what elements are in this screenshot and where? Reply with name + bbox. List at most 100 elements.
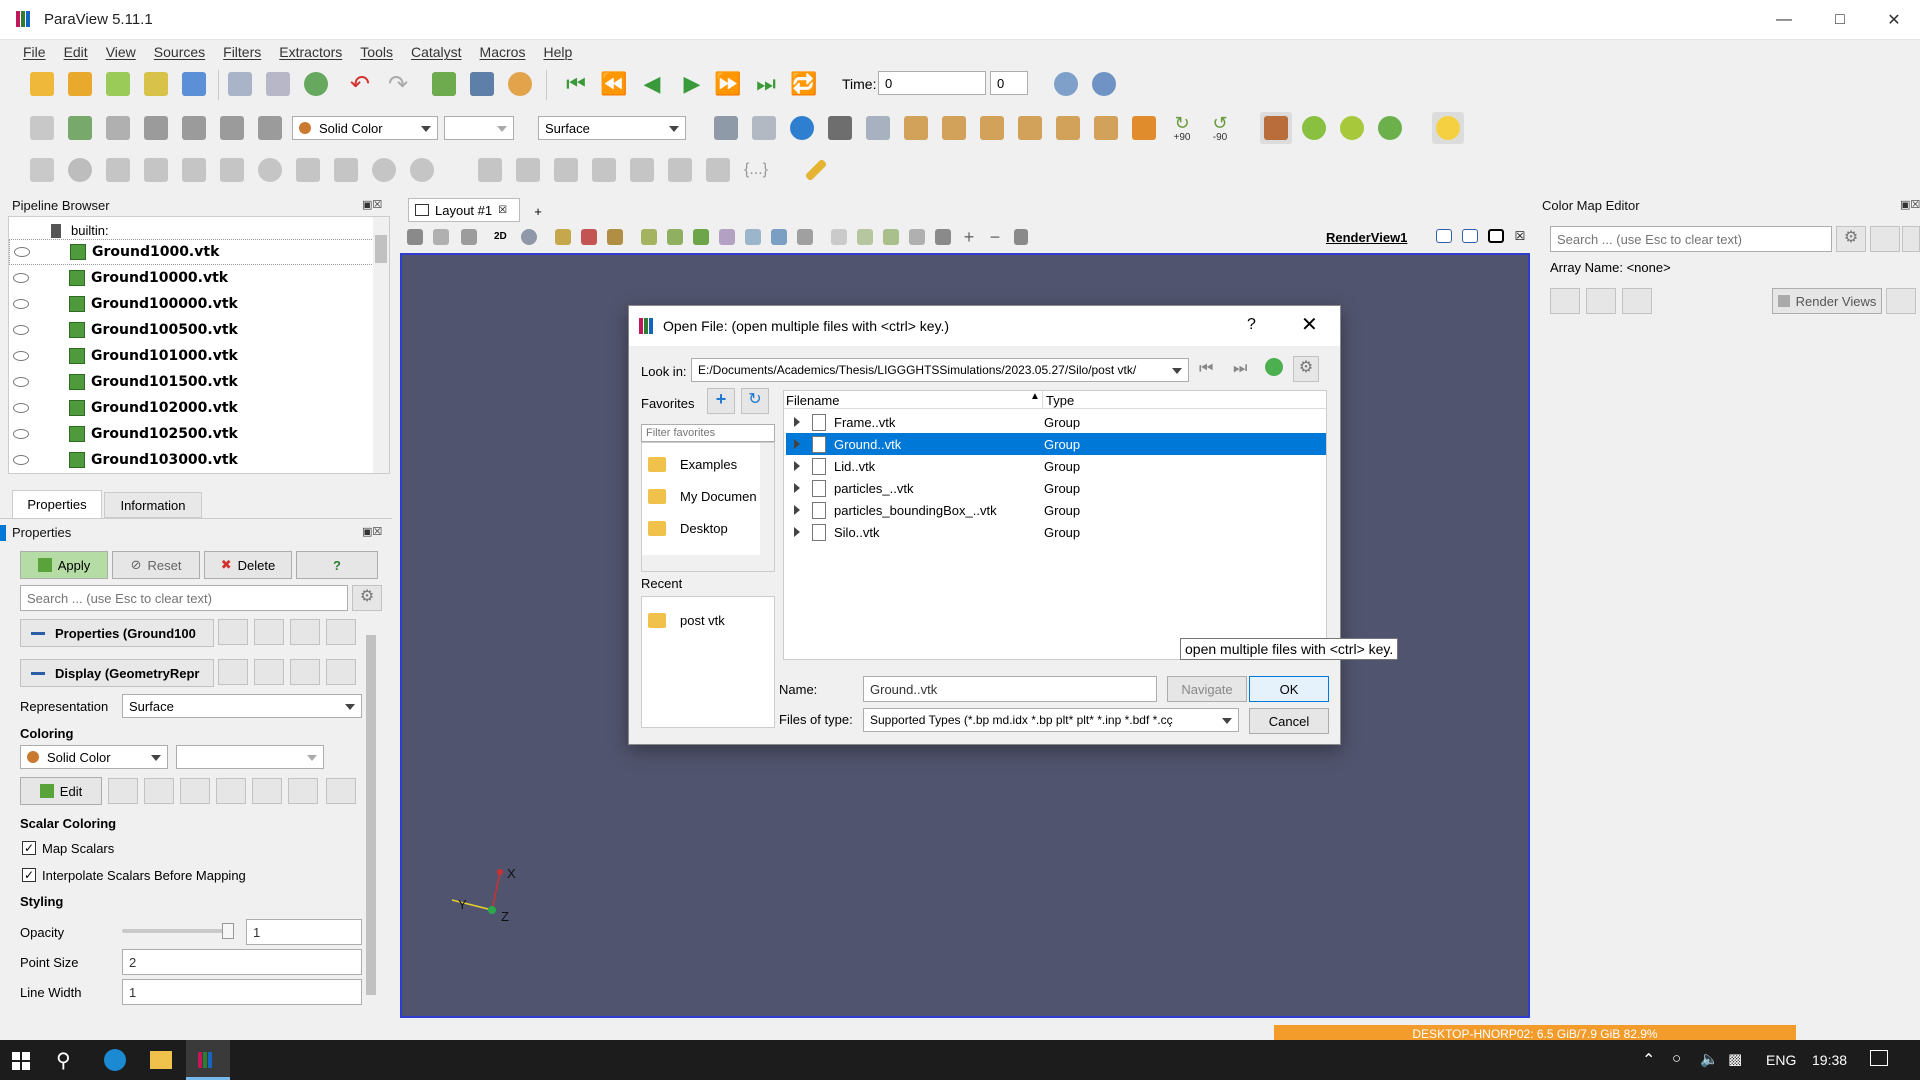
notifications-icon[interactable] (1870, 1050, 1888, 1066)
edit-selection-button[interactable] (826, 224, 852, 250)
visibility-eye-icon[interactable] (13, 403, 29, 413)
reset-camera-closest-button[interactable] (748, 112, 780, 144)
properties-dock-buttons[interactable]: ▣☒ (362, 525, 382, 538)
save-defaults-button[interactable] (326, 619, 356, 645)
layout-tab[interactable]: Layout #1 ☒ (408, 198, 520, 222)
rescale-data-range-button[interactable] (144, 778, 174, 804)
file-row[interactable]: Frame..vtk Group (786, 411, 1326, 433)
wifi-icon[interactable]: ○ (1672, 1050, 1681, 1067)
restore-display-button[interactable] (290, 659, 320, 685)
grow-selection-button[interactable] (766, 224, 792, 250)
connect-button[interactable] (140, 68, 172, 100)
add-selection-button[interactable]: + (956, 224, 982, 250)
properties-search-input[interactable] (20, 585, 348, 611)
copy-display-button[interactable] (218, 659, 248, 685)
camera-button[interactable] (466, 68, 498, 100)
reset-camera-button[interactable] (710, 112, 742, 144)
section-display-header[interactable]: Display (GeometryRepr (20, 659, 214, 687)
time-index-spinbox[interactable]: 0 (990, 71, 1028, 95)
interpolate-scalars-checkbox[interactable]: ✓ (22, 868, 36, 882)
favorite-item[interactable]: My Documen (648, 481, 757, 511)
next-frame-button[interactable]: ⏩ (712, 68, 744, 100)
coloring-component-select[interactable] (176, 745, 324, 769)
rescale-temporal-button[interactable] (216, 778, 246, 804)
reset-camera-view-button[interactable] (402, 224, 428, 250)
paste-display-button[interactable] (254, 659, 284, 685)
find-data-button[interactable] (224, 68, 256, 100)
pipeline-item[interactable]: Ground101500.vtk (9, 369, 374, 395)
edge-browser-icon[interactable] (104, 1049, 126, 1071)
line-width-input[interactable] (122, 979, 362, 1005)
slice-filter-button[interactable] (140, 154, 172, 186)
reset-range-button[interactable] (102, 112, 134, 144)
plot-data-button[interactable] (626, 154, 658, 186)
reset-button[interactable]: ⊘ Reset (112, 551, 200, 579)
menu-extractors[interactable]: Extractors (270, 40, 351, 62)
type-column-header[interactable]: Type (1046, 393, 1074, 408)
section-properties-header[interactable]: Properties (Ground100 (20, 619, 214, 647)
forward-button[interactable]: ⏭ (1233, 360, 1247, 378)
menu-view[interactable]: View (97, 40, 145, 62)
stream-tracer-button[interactable] (292, 154, 324, 186)
extract-level-button[interactable] (406, 154, 438, 186)
pipeline-item[interactable]: Ground100500.vtk (9, 317, 374, 343)
menu-help[interactable]: Help (534, 40, 581, 62)
dialog-close-button[interactable]: ✕ (1301, 312, 1318, 337)
favorite-item[interactable]: Desktop (648, 513, 728, 543)
colormap-export-button[interactable] (1622, 288, 1652, 314)
select-cells-on-button[interactable] (878, 224, 904, 250)
network-icon[interactable]: ▩ (1728, 1050, 1742, 1068)
light-kit-button[interactable] (1432, 112, 1464, 144)
file-row[interactable]: particles_boundingBox_..vtk Group (786, 499, 1326, 521)
dialog-settings-button[interactable]: ⚙ (1293, 356, 1319, 382)
select-frustum-button[interactable] (602, 224, 628, 250)
language-indicator[interactable]: ENG (1766, 1052, 1796, 1068)
camera-link-button[interactable] (428, 68, 460, 100)
recent-item[interactable]: post vtk (648, 605, 725, 635)
pipeline-root[interactable]: builtin: (71, 223, 109, 238)
zoom-tool-button[interactable] (516, 224, 542, 250)
warp-vector-button[interactable] (330, 154, 362, 186)
ruler-button[interactable] (800, 154, 832, 186)
loop-button[interactable]: 🔁 (788, 68, 820, 100)
link-camera-button[interactable] (1298, 112, 1330, 144)
favorites-vscroll[interactable] (760, 443, 774, 555)
search-icon[interactable]: ⚲ (56, 1048, 71, 1073)
threshold-filter-button[interactable] (178, 154, 210, 186)
select-cells-button[interactable] (550, 224, 576, 250)
redo-button[interactable]: ↷ (382, 68, 414, 100)
menu-macros[interactable]: Macros (471, 40, 535, 62)
play-button[interactable]: ▶ (676, 68, 708, 100)
ok-button[interactable]: OK (1249, 676, 1329, 702)
clock[interactable]: 19:38 (1812, 1052, 1847, 1068)
menu-tools[interactable]: Tools (351, 40, 402, 62)
windows-start-icon[interactable] (12, 1052, 30, 1070)
filter-favorites-input[interactable] (641, 424, 775, 442)
view-minus-z-button[interactable] (1090, 112, 1122, 144)
expand-arrow-icon[interactable] (794, 527, 800, 537)
refresh-favorites-button[interactable]: ↻ (741, 388, 769, 414)
edit-colormap-props-button[interactable]: Edit (20, 777, 102, 805)
visibility-eye-icon[interactable] (13, 351, 29, 361)
pipeline-item[interactable]: Ground103000.vtk (9, 447, 374, 473)
file-row[interactable]: Silo..vtk Group (786, 521, 1326, 543)
save-data-button[interactable] (102, 68, 134, 100)
apply-button[interactable]: Apply (20, 551, 108, 579)
file-row[interactable]: particles_..vtk Group (786, 477, 1326, 499)
expand-arrow-icon[interactable] (794, 483, 800, 493)
pipeline-item[interactable]: Ground100000.vtk (9, 291, 374, 317)
maximize-view-button[interactable] (1484, 224, 1508, 248)
tray-chevron-icon[interactable]: ⌃ (1642, 1050, 1655, 1070)
coloring-combo[interactable]: Solid Color (292, 116, 438, 140)
pipeline-item[interactable]: Ground1000.vtk (9, 239, 374, 265)
pipeline-item[interactable]: Ground10000.vtk (9, 265, 374, 291)
view-minus-y-button[interactable] (1014, 112, 1046, 144)
pipeline-item[interactable]: Ground102000.vtk (9, 395, 374, 421)
edit-colormap-button[interactable] (64, 112, 96, 144)
zoom-closest-button[interactable] (1088, 68, 1120, 100)
tessellate-button[interactable] (664, 154, 696, 186)
previous-frame-button[interactable]: ⏪ (598, 68, 630, 100)
auto-apply-button[interactable] (1886, 288, 1916, 314)
rotate-minus-90-button[interactable]: ↺ -90 (1204, 112, 1236, 144)
select-polygon-button[interactable] (636, 224, 662, 250)
